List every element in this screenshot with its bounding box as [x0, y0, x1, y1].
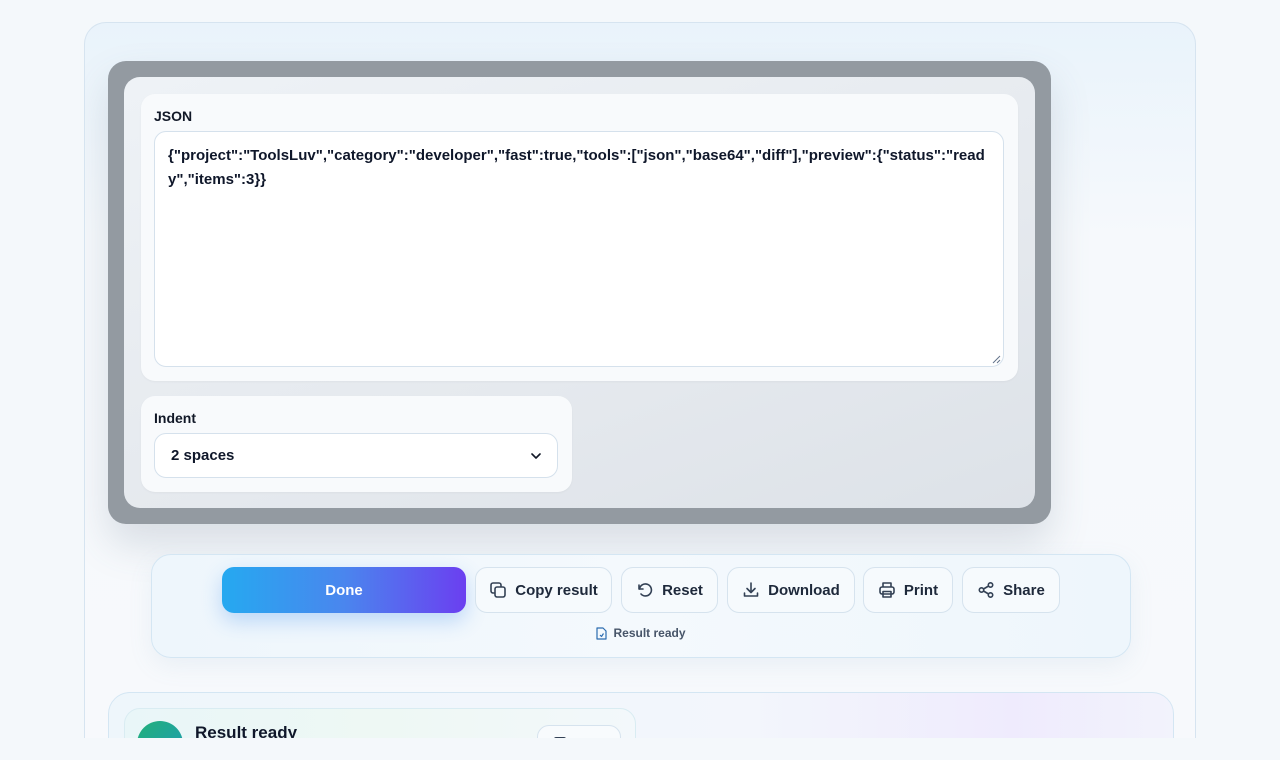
result-card: ✓ Result ready [124, 708, 636, 738]
print-button[interactable]: Print [863, 567, 953, 613]
result-status-text: Result ready [613, 626, 686, 640]
indent-select[interactable]: 2 spaces [154, 433, 558, 478]
share-button[interactable]: Share [962, 567, 1060, 613]
share-icon [978, 581, 994, 599]
chevron-down-icon [531, 452, 541, 459]
copy-result-label: Copy result [515, 581, 598, 599]
download-label: Download [768, 581, 840, 599]
result-action-button[interactable] [537, 725, 621, 738]
reset-button[interactable]: Reset [621, 567, 718, 613]
clipboard-icon [554, 737, 566, 738]
json-input-card: JSON {"project":"ToolsLuv","category":"d… [141, 94, 1018, 381]
indent-label: Indent [154, 410, 196, 426]
result-status: Result ready [152, 626, 1130, 640]
tool-page: JSON {"project":"ToolsLuv","category":"d… [84, 22, 1196, 738]
result-panel: ✓ Result ready [108, 692, 1174, 738]
indent-select-value: 2 spaces [171, 447, 235, 464]
copy-result-button[interactable]: Copy result [475, 567, 612, 613]
file-icon [596, 626, 608, 640]
tool-frame: JSON {"project":"ToolsLuv","category":"d… [108, 61, 1051, 524]
share-label: Share [1003, 581, 1045, 599]
reset-icon [638, 583, 653, 597]
printer-icon [879, 582, 895, 598]
done-button-label: Done [325, 581, 363, 599]
download-icon [743, 582, 759, 597]
action-panel: Done Copy result Reset Download Print Sh… [151, 554, 1131, 658]
tool-frame-inner: JSON {"project":"ToolsLuv","category":"d… [124, 77, 1035, 508]
json-textarea[interactable]: {"project":"ToolsLuv","category":"develo… [154, 131, 1004, 367]
indent-card: Indent 2 spaces [141, 396, 572, 492]
done-button[interactable]: Done [222, 567, 466, 613]
resize-grip-icon[interactable] [992, 355, 1001, 364]
check-icon: ✓ [137, 721, 183, 738]
download-button[interactable]: Download [727, 567, 855, 613]
print-label: Print [903, 581, 939, 599]
reset-label: Reset [662, 581, 703, 599]
copy-icon [490, 582, 507, 598]
json-label: JSON [154, 108, 193, 124]
json-textarea-value: {"project":"ToolsLuv","category":"develo… [168, 147, 985, 188]
result-title: Result ready [195, 723, 298, 738]
